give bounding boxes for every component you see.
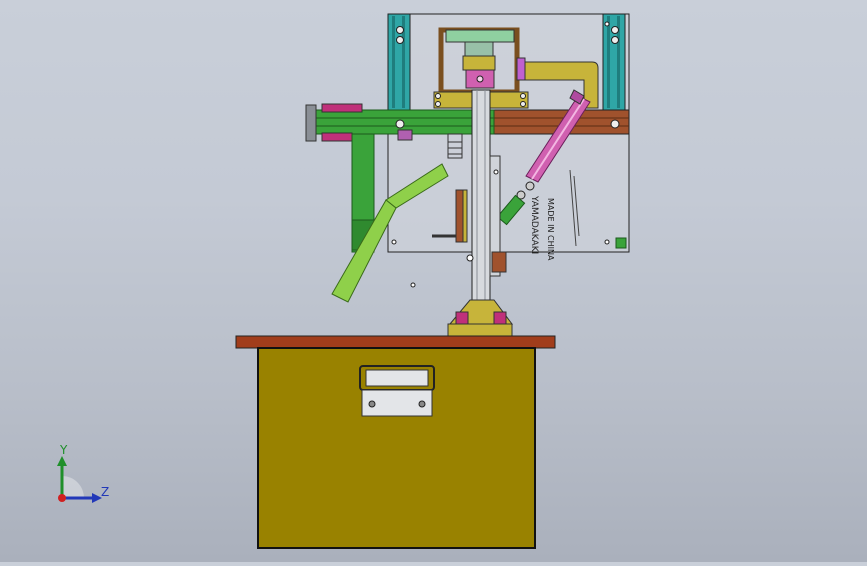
- nameplate-text: YAMADAKAKI: [529, 195, 539, 254]
- orientation-triad: Y Z: [48, 440, 118, 510]
- made-in-text: MADE IN CHINA: [546, 198, 555, 261]
- y-axis-label: Y: [60, 443, 68, 457]
- brown-link-bar[interactable]: [455, 189, 464, 243]
- cabinet-handle[interactable]: [359, 365, 435, 417]
- triad-corner-arc: [62, 476, 84, 498]
- vertical-column[interactable]: [471, 89, 491, 327]
- table-top[interactable]: [235, 335, 556, 349]
- origin-dot-icon: [58, 494, 66, 502]
- z-axis-label: Z: [101, 485, 110, 499]
- machine-model[interactable]: YAMADAKAKI MADE IN CHINA: [0, 0, 867, 562]
- cad-graphics-viewport[interactable]: YAMADAKAKI MADE IN CHINA Y Z: [0, 0, 867, 562]
- slide-block[interactable]: [462, 55, 496, 71]
